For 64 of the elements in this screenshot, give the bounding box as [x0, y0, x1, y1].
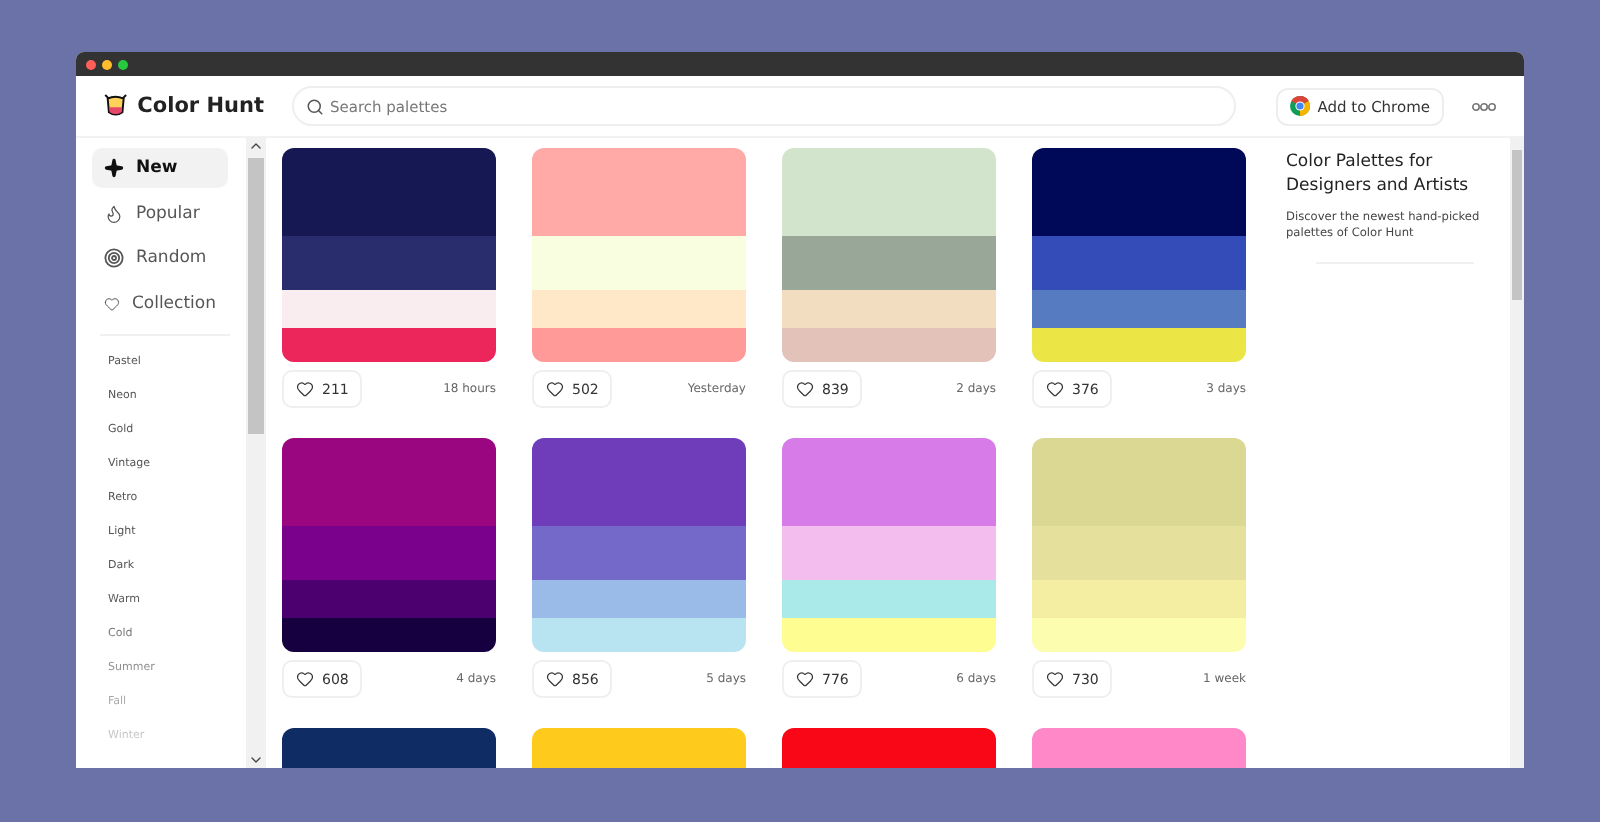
scrollbar[interactable] — [1510, 138, 1524, 768]
color-swatch[interactable] — [282, 579, 496, 618]
scrollbar-thumb[interactable] — [1511, 150, 1523, 300]
color-swatch[interactable] — [282, 289, 496, 328]
nav-item[interactable]: Collection — [92, 283, 228, 323]
color-swatch[interactable] — [282, 235, 496, 290]
scrollbar-thumb[interactable] — [248, 158, 264, 434]
scroll-up-icon[interactable] — [248, 138, 264, 154]
heart-icon — [1046, 380, 1064, 398]
color-swatch[interactable] — [282, 438, 496, 526]
color-swatch[interactable] — [782, 327, 996, 362]
color-swatch[interactable] — [1032, 525, 1246, 580]
color-swatch[interactable] — [282, 148, 496, 236]
color-swatch[interactable] — [1032, 438, 1246, 526]
maximize-dot-icon[interactable] — [118, 59, 128, 69]
heart-icon — [296, 670, 314, 688]
color-swatch[interactable] — [532, 617, 746, 652]
color-swatch[interactable] — [782, 235, 996, 290]
color-swatch[interactable] — [1032, 148, 1246, 236]
more-icon[interactable] — [1472, 101, 1496, 111]
scrollbar[interactable] — [246, 138, 266, 768]
about-title: Color Palettes for Designers and Artists — [1286, 150, 1471, 198]
brand-name[interactable]: Color Hunt — [137, 94, 264, 118]
heart-icon — [1046, 670, 1064, 688]
color-swatch[interactable] — [532, 525, 746, 580]
color-swatch[interactable] — [782, 289, 996, 328]
color-swatch[interactable] — [1032, 235, 1246, 290]
color-swatch[interactable] — [282, 525, 496, 580]
palette-card[interactable] — [1032, 148, 1246, 362]
color-swatch[interactable] — [532, 148, 746, 236]
color-swatch[interactable] — [1032, 327, 1246, 362]
color-swatch[interactable] — [532, 235, 746, 290]
spiral-icon — [104, 248, 124, 268]
color-swatch[interactable] — [782, 617, 996, 652]
close-dot-icon[interactable] — [86, 59, 96, 69]
color-swatch[interactable] — [1032, 579, 1246, 618]
heart-icon — [546, 670, 564, 688]
color-swatch[interactable] — [532, 289, 746, 328]
color-swatch[interactable] — [282, 327, 496, 362]
heart-icon — [796, 670, 814, 688]
heart-icon — [296, 380, 314, 398]
chrome-logo-icon — [1289, 96, 1310, 116]
flame-icon — [104, 203, 124, 223]
color-swatch[interactable] — [532, 579, 746, 618]
heart-icon — [796, 380, 814, 398]
heart-icon — [546, 380, 564, 398]
color-swatch[interactable] — [1032, 617, 1246, 652]
search-icon — [306, 97, 324, 115]
color-swatch[interactable] — [1032, 289, 1246, 328]
color-swatch[interactable] — [782, 579, 996, 618]
scroll-down-icon[interactable] — [248, 752, 264, 768]
color-swatch[interactable] — [282, 617, 496, 652]
heart-icon — [104, 293, 120, 313]
palette-card[interactable] — [282, 148, 496, 362]
sparkle-icon — [104, 158, 124, 178]
color-swatch[interactable] — [532, 327, 746, 362]
nav-item[interactable]: New — [92, 148, 228, 188]
color-swatch[interactable] — [782, 148, 996, 236]
nav-item[interactable]: Popular — [92, 193, 228, 233]
color-swatch[interactable] — [782, 438, 996, 526]
color-swatch[interactable] — [532, 438, 746, 526]
minimize-dot-icon[interactable] — [102, 59, 112, 69]
nav-item[interactable]: Random — [92, 238, 228, 278]
color-swatch[interactable] — [782, 525, 996, 580]
